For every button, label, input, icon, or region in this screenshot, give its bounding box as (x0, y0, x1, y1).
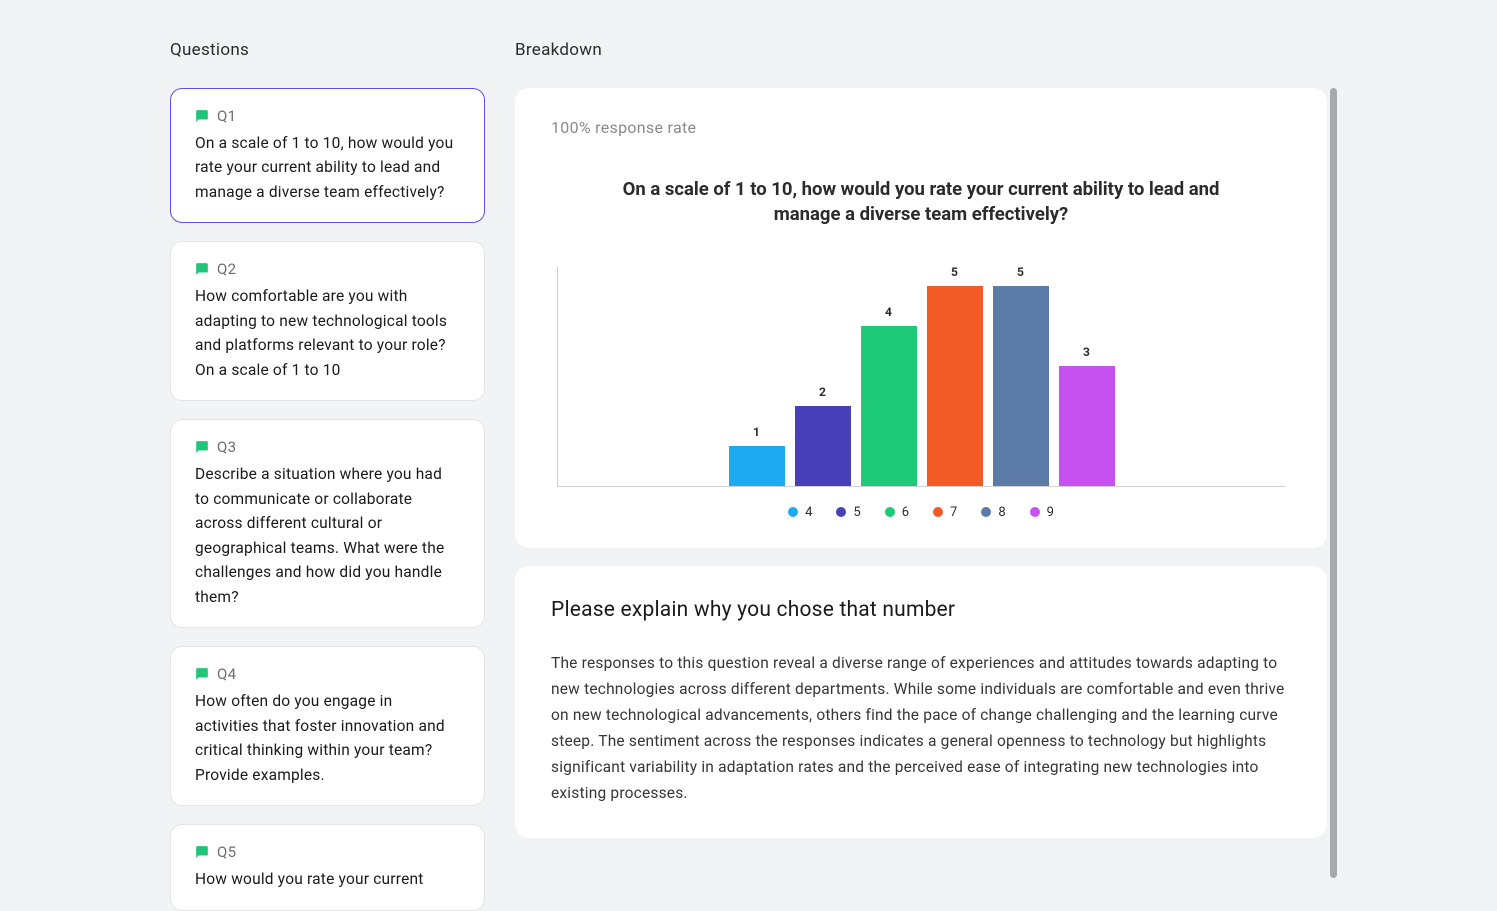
chart-area: 1 2 4 5 5 3 (557, 267, 1285, 487)
legend-dot (836, 507, 846, 517)
bar (861, 326, 917, 486)
legend-dot (981, 507, 991, 517)
question-label: Q4 (217, 665, 236, 683)
legend-item: 9 (1030, 505, 1054, 520)
question-label: Q3 (217, 438, 236, 456)
response-rate: 100% response rate (551, 118, 1291, 137)
legend-item: 6 (885, 505, 909, 520)
legend-label: 6 (902, 505, 909, 520)
breakdown-panel-title: Breakdown (515, 40, 1327, 60)
questions-panel: Questions Q1 On a scale of 1 to 10, how w… (170, 40, 485, 841)
legend-label: 5 (853, 505, 860, 520)
bar (1059, 366, 1115, 486)
questions-list: Q1 On a scale of 1 to 10, how would you r… (170, 88, 485, 911)
legend-item: 4 (788, 505, 812, 520)
question-text: How often do you engage in activities th… (195, 689, 460, 787)
legend-item: 8 (981, 505, 1005, 520)
legend-dot (1030, 507, 1040, 517)
legend-item: 5 (836, 505, 860, 520)
legend-label: 4 (805, 505, 812, 520)
question-label: Q2 (217, 260, 236, 278)
chart-card: 100% response rate On a scale of 1 to 10… (515, 88, 1327, 548)
bar-group: 4 (861, 305, 917, 486)
bar-group: 5 (993, 265, 1049, 486)
chart-title: On a scale of 1 to 10, how would you rat… (601, 177, 1241, 227)
bar (993, 286, 1049, 486)
question-text: How comfortable are you with adapting to… (195, 284, 460, 382)
summary-text: The responses to this question reveal a … (551, 650, 1291, 806)
bar-group: 1 (729, 425, 785, 486)
question-header: Q4 (195, 665, 460, 683)
question-label: Q5 (217, 843, 236, 861)
question-header: Q5 (195, 843, 460, 861)
bar-group: 2 (795, 385, 851, 486)
chat-icon (195, 440, 209, 454)
question-header: Q1 (195, 107, 460, 125)
legend-dot (933, 507, 943, 517)
legend-label: 7 (950, 505, 957, 520)
legend-label: 8 (998, 505, 1005, 520)
question-card-q2[interactable]: Q2 How comfortable are you with adapting … (170, 241, 485, 401)
bar-group: 5 (927, 265, 983, 486)
question-header: Q2 (195, 260, 460, 278)
question-card-q4[interactable]: Q4 How often do you engage in activities … (170, 646, 485, 806)
scrollbar[interactable] (1330, 88, 1337, 878)
legend-item: 7 (933, 505, 957, 520)
question-label: Q1 (217, 107, 236, 125)
bar-value-label: 4 (885, 305, 892, 319)
legend-dot (885, 507, 895, 517)
bars-wrapper: 1 2 4 5 5 3 (558, 267, 1285, 486)
chat-icon (195, 262, 209, 276)
bar-value-label: 5 (1017, 265, 1024, 279)
breakdown-panel: Breakdown 100% response rate On a scale … (515, 40, 1327, 841)
bar (729, 446, 785, 486)
question-text: Describe a situation where you had to co… (195, 462, 460, 609)
chat-icon (195, 845, 209, 859)
legend-label: 9 (1047, 505, 1054, 520)
bar-value-label: 5 (951, 265, 958, 279)
summary-title: Please explain why you chose that number (551, 598, 1291, 622)
question-header: Q3 (195, 438, 460, 456)
summary-card: Please explain why you chose that number… (515, 566, 1327, 838)
questions-panel-title: Questions (170, 40, 485, 60)
question-card-q5[interactable]: Q5 How would you rate your current (170, 824, 485, 910)
question-text: On a scale of 1 to 10, how would you rat… (195, 131, 460, 204)
question-card-q1[interactable]: Q1 On a scale of 1 to 10, how would you r… (170, 88, 485, 223)
bar (795, 406, 851, 486)
bar-value-label: 3 (1083, 345, 1090, 359)
question-card-q3[interactable]: Q3 Describe a situation where you had to … (170, 419, 485, 628)
bar (927, 286, 983, 486)
bar-value-label: 2 (819, 385, 826, 399)
chat-icon (195, 667, 209, 681)
bar-value-label: 1 (753, 425, 760, 439)
question-text: How would you rate your current (195, 867, 460, 891)
chart-legend: 4 5 6 7 8 9 (551, 505, 1291, 520)
chat-icon (195, 109, 209, 123)
legend-dot (788, 507, 798, 517)
bar-group: 3 (1059, 345, 1115, 486)
